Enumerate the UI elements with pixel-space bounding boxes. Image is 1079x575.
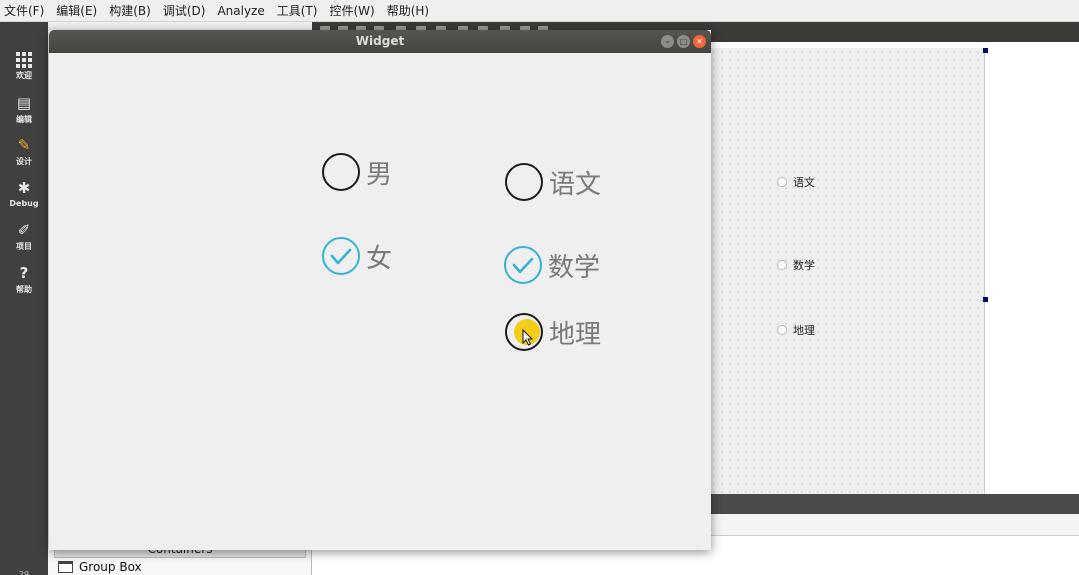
editor-panel-header xyxy=(710,514,1079,536)
radio-chinese[interactable]: 语文 xyxy=(505,163,601,201)
radio-female[interactable]: 女 xyxy=(322,237,392,275)
mode-debug[interactable]: ✱ Debug xyxy=(0,179,48,209)
radio-indicator xyxy=(777,177,787,187)
widget-window: Widget – □ ✕ 男 女 语文 数学 地理 xyxy=(49,30,711,550)
menu-edit[interactable]: 编辑(E) xyxy=(56,2,97,19)
radio-indicator xyxy=(777,260,787,270)
mode-label: 欢迎 xyxy=(16,71,32,80)
mode-design[interactable]: ✎ 设计 xyxy=(0,137,48,167)
help-icon: ? xyxy=(19,264,29,282)
mode-edit[interactable]: ▤ 编辑 xyxy=(0,95,48,125)
radio-male[interactable]: 男 xyxy=(322,153,392,191)
form-radio-math[interactable]: 数学 xyxy=(777,257,815,273)
form-radio-label: 数学 xyxy=(793,259,815,272)
menu-analyze[interactable]: Analyze xyxy=(217,4,264,18)
editor-bottom-bar xyxy=(710,494,1079,514)
window-titlebar[interactable]: Widget – □ ✕ xyxy=(49,30,711,53)
mode-sidebar: 欢迎 ▤ 编辑 ✎ 设计 ✱ Debug ✐ 项目 ? 帮助 29 xyxy=(0,22,48,575)
radio-unchecked-icon xyxy=(505,313,543,351)
radio-geography[interactable]: 地理 xyxy=(505,313,601,351)
form-canvas[interactable] xyxy=(710,48,985,494)
form-radio-label: 语文 xyxy=(793,176,815,189)
document-icon: ▤ xyxy=(16,94,32,112)
window-title: Widget xyxy=(355,34,405,48)
close-icon: ✕ xyxy=(696,37,703,46)
resize-handle[interactable] xyxy=(983,297,988,302)
menu-file[interactable]: 文件(F) xyxy=(4,2,44,19)
radio-label: 男 xyxy=(366,159,393,190)
maximize-button[interactable]: □ xyxy=(677,35,690,48)
mode-label: 帮助 xyxy=(16,285,32,294)
pencil-icon: ✎ xyxy=(17,136,31,154)
radio-label: 数学 xyxy=(548,252,601,283)
resize-handle[interactable] xyxy=(983,48,988,53)
bug-icon: ✱ xyxy=(17,179,31,197)
mode-help[interactable]: ? 帮助 xyxy=(0,265,48,295)
radio-indicator xyxy=(777,325,787,335)
radio-math[interactable]: 数学 xyxy=(504,246,600,284)
menu-build[interactable]: 构建(B) xyxy=(109,2,151,19)
mouse-cursor-icon xyxy=(522,329,534,346)
mode-label: Debug xyxy=(9,199,39,208)
menu-widgets[interactable]: 控件(W) xyxy=(329,2,374,19)
mode-projects[interactable]: ✐ 项目 xyxy=(0,222,48,252)
menu-debug[interactable]: 调试(D) xyxy=(163,2,206,19)
menu-tools[interactable]: 工具(T) xyxy=(277,2,318,19)
menubar: 文件(F) 编辑(E) 构建(B) 调试(D) Analyze 工具(T) 控件… xyxy=(0,0,1079,22)
menu-help[interactable]: 帮助(H) xyxy=(387,2,429,19)
radio-label: 女 xyxy=(366,243,393,274)
mode-label: 项目 xyxy=(16,242,32,251)
line-number: 29 xyxy=(18,570,30,575)
form-radio-label: 地理 xyxy=(793,324,815,337)
minimize-icon: – xyxy=(665,37,670,46)
radio-label: 地理 xyxy=(549,319,602,350)
radio-unchecked-icon xyxy=(322,153,360,191)
radio-label: 语文 xyxy=(549,169,602,200)
radio-unchecked-icon xyxy=(505,163,543,201)
group-box-icon xyxy=(58,561,73,573)
radio-checked-icon xyxy=(322,237,360,275)
form-radio-chinese[interactable]: 语文 xyxy=(777,174,815,190)
grid-icon xyxy=(16,52,32,68)
widget-box-item-label: Group Box xyxy=(79,560,142,574)
mode-welcome[interactable]: 欢迎 xyxy=(0,52,48,81)
wrench-icon: ✐ xyxy=(17,221,31,239)
close-button[interactable]: ✕ xyxy=(693,35,706,48)
radio-checked-icon xyxy=(504,246,542,284)
minimize-button[interactable]: – xyxy=(661,35,674,48)
form-radio-geography[interactable]: 地理 xyxy=(777,322,815,338)
mode-label: 设计 xyxy=(16,157,32,166)
maximize-icon: □ xyxy=(679,37,688,46)
widget-box-item[interactable]: Group Box xyxy=(58,560,142,574)
mode-label: 编辑 xyxy=(16,115,32,124)
